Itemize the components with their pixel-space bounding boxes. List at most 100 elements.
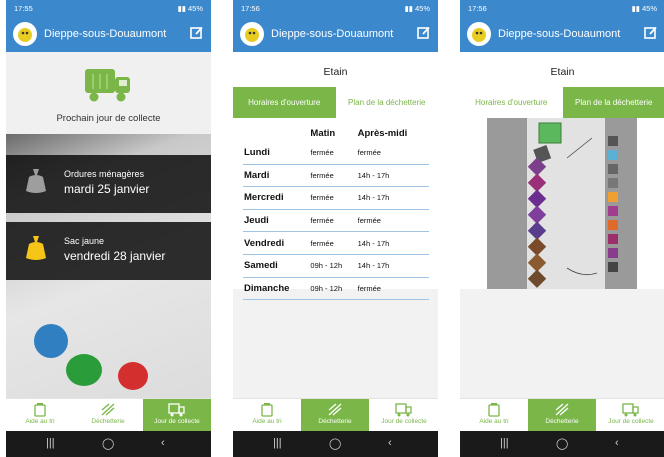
- status-time: 17:56: [468, 4, 487, 13]
- collection-type: Ordures ménagères: [64, 169, 145, 179]
- app-logo-icon[interactable]: [13, 22, 37, 46]
- app-bar: Dieppe-sous-Douaumont: [6, 17, 211, 52]
- battery-level: 45%: [641, 4, 657, 13]
- nav-recycling-centre[interactable]: Déchetterie: [74, 399, 142, 432]
- nav-label: Jour de collecte: [381, 418, 427, 425]
- table-row: Mardi fermée 14h - 17h: [243, 164, 429, 188]
- collection-card-yellow-bag[interactable]: Sac jaune vendredi 28 janvier: [6, 222, 211, 280]
- nav-label: Jour de collecte: [154, 418, 200, 425]
- collection-type: Sac jaune: [64, 236, 105, 246]
- status-bar: 17:56 ▮▮ 45%: [233, 0, 438, 17]
- nav-collection-day[interactable]: Jour de collecte: [143, 399, 211, 432]
- site-map-image[interactable]: [487, 118, 637, 289]
- back-icon[interactable]: ‹: [388, 437, 392, 449]
- nav-sorting-help[interactable]: Aide au tri: [6, 399, 74, 432]
- nav-label: Aide au tri: [25, 418, 55, 425]
- app-logo-icon[interactable]: [467, 22, 491, 46]
- system-nav-bar: ||| ◯ ‹: [233, 431, 438, 457]
- edit-icon[interactable]: [190, 26, 204, 45]
- signal-icon: ▮▮: [631, 4, 642, 13]
- table-header: [243, 124, 309, 142]
- recycling-centre-icon: [555, 403, 569, 416]
- site-name: Etain: [550, 66, 575, 78]
- tab-opening-hours[interactable]: Horaires d'ouverture: [460, 87, 563, 118]
- bottom-nav: Aide au tri Déchetterie Jour de collecte: [6, 398, 211, 432]
- truck-icon: [395, 403, 412, 417]
- table-row: Lundi fermée fermée: [243, 142, 429, 165]
- table-header: Matin: [310, 127, 336, 139]
- nav-label: Jour de collecte: [608, 418, 654, 425]
- signal-icon: ▮▮: [177, 4, 188, 13]
- nav-sorting-help[interactable]: Aide au tri: [233, 399, 301, 432]
- app-title: Dieppe-sous-Douaumont: [498, 28, 621, 40]
- table-row: Samedi 09h - 12h 14h - 17h: [243, 254, 429, 278]
- tab-site-map[interactable]: Plan de la déchetterie: [562, 87, 664, 118]
- nav-label: Déchetterie: [545, 418, 579, 425]
- status-time: 17:56: [241, 4, 260, 13]
- site-name: Etain: [323, 66, 348, 78]
- back-icon[interactable]: ‹: [161, 437, 165, 449]
- nav-collection-day[interactable]: Jour de collecte: [597, 399, 664, 432]
- app-logo-icon[interactable]: [240, 22, 264, 46]
- screen-site-map: 17:56 ▮▮ 45% Dieppe-sous-Douaumont Etain…: [460, 0, 664, 457]
- home-icon[interactable]: ◯: [329, 437, 341, 450]
- table-row: Jeudi fermée fermée: [243, 209, 429, 233]
- collection-date: mardi 25 janvier: [64, 182, 150, 196]
- battery-level: 45%: [187, 4, 203, 13]
- app-bar: Dieppe-sous-Douaumont: [460, 17, 664, 52]
- collection-date: vendredi 28 janvier: [64, 249, 166, 263]
- bottom-nav: Aide au tri Déchetterie Jour de collecte: [233, 398, 438, 432]
- tab-site-map[interactable]: Plan de la déchetterie: [335, 87, 438, 118]
- status-bar: 17:55 ▮▮ 45%: [6, 0, 211, 17]
- truck-icon: [168, 403, 185, 417]
- recycling-centre-icon: [101, 403, 115, 416]
- nav-sorting-help[interactable]: Aide au tri: [460, 399, 528, 432]
- back-icon[interactable]: ‹: [615, 437, 619, 449]
- app-title: Dieppe-sous-Douaumont: [271, 28, 394, 40]
- recent-apps-icon[interactable]: |||: [500, 437, 509, 449]
- nav-recycling-centre[interactable]: Déchetterie: [301, 399, 369, 432]
- status-time: 17:55: [14, 4, 33, 13]
- bin-icon: [34, 403, 46, 417]
- tab-bar: Horaires d'ouverture Plan de la déchette…: [460, 87, 664, 118]
- nav-label: Aide au tri: [479, 418, 509, 425]
- status-bar: 17:56 ▮▮ 45%: [460, 0, 664, 17]
- garbage-truck-icon: [83, 65, 133, 110]
- bin-icon: [261, 403, 273, 417]
- app-title: Dieppe-sous-Douaumont: [44, 28, 167, 40]
- recent-apps-icon[interactable]: |||: [273, 437, 282, 449]
- nav-label: Déchetterie: [318, 418, 352, 425]
- table-row: Dimanche 09h - 12h fermée: [243, 277, 429, 301]
- home-icon[interactable]: ◯: [102, 437, 114, 450]
- recent-apps-icon[interactable]: |||: [46, 437, 55, 449]
- screen-collection-day: 17:55 ▮▮ 45% Dieppe-sous-Douaumont Proch…: [6, 0, 211, 457]
- nav-collection-day[interactable]: Jour de collecte: [370, 399, 438, 432]
- table-header: Après-midi: [357, 127, 408, 139]
- home-icon[interactable]: ◯: [556, 437, 568, 450]
- grey-bag-icon: [24, 167, 48, 200]
- tab-opening-hours[interactable]: Horaires d'ouverture: [233, 87, 336, 118]
- battery-level: 45%: [414, 4, 430, 13]
- table-row: Vendredi fermée 14h - 17h: [243, 231, 429, 255]
- recycling-centre-icon: [328, 403, 342, 416]
- table-row: Mercredi fermée 14h - 17h: [243, 186, 429, 210]
- nav-label: Déchetterie: [91, 418, 125, 425]
- edit-icon[interactable]: [644, 26, 658, 45]
- bin-icon: [488, 403, 500, 417]
- app-bar: Dieppe-sous-Douaumont: [233, 17, 438, 52]
- next-collection-label: Prochain jour de collecte: [56, 113, 161, 124]
- signal-icon: ▮▮: [404, 4, 415, 13]
- edit-icon[interactable]: [417, 26, 431, 45]
- system-nav-bar: ||| ◯ ‹: [6, 431, 211, 457]
- tab-bar: Horaires d'ouverture Plan de la déchette…: [233, 87, 438, 118]
- next-collection-panel: Prochain jour de collecte: [6, 52, 211, 134]
- bottom-nav: Aide au tri Déchetterie Jour de collecte: [460, 398, 664, 432]
- screen-opening-hours: 17:56 ▮▮ 45% Dieppe-sous-Douaumont Etain…: [233, 0, 438, 457]
- nav-recycling-centre[interactable]: Déchetterie: [528, 399, 596, 432]
- nav-label: Aide au tri: [252, 418, 282, 425]
- opening-hours-table: Matin Après-midi Lundi fermée fermée Mardi…: [243, 124, 429, 301]
- system-nav-bar: ||| ◯ ‹: [460, 431, 664, 457]
- truck-icon: [622, 403, 639, 417]
- yellow-bag-icon: [24, 234, 48, 267]
- collection-card-household[interactable]: Ordures ménagères mardi 25 janvier: [6, 155, 211, 213]
